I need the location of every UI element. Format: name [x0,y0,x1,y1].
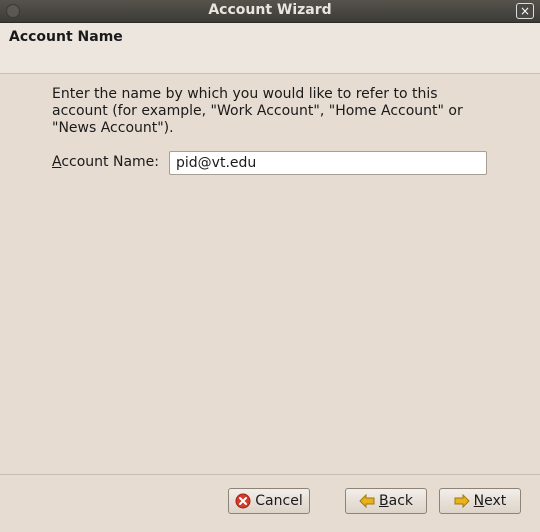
next-mnemonic: N [473,493,485,509]
close-button[interactable]: × [516,3,534,19]
account-name-input[interactable] [169,151,487,175]
back-mnemonic: B [379,493,389,509]
account-name-mnemonic: A [52,154,62,170]
page-header: Account Name [0,23,540,74]
next-label-rest: ext [484,493,507,509]
account-wizard-window: Account Wizard × Account Name Enter the … [0,0,540,532]
account-name-label-text: ccount Name: [61,154,160,170]
page-title: Account Name [9,29,123,45]
footer-separator [0,474,540,475]
back-arrow-icon [359,494,375,508]
back-button[interactable]: Back [345,488,427,514]
next-arrow-icon [454,494,470,508]
back-label-rest: ack [388,493,413,509]
cancel-button-label: Cancel [255,493,303,509]
cancel-x-icon [235,493,251,509]
back-button-label: Back [379,493,413,509]
next-button[interactable]: Next [439,488,521,514]
next-button-label: Next [474,493,507,509]
account-name-label: Account Name: [52,154,159,170]
window-title: Account Wizard [208,2,332,18]
title-bar[interactable]: Account Wizard × [0,0,540,23]
instructions-text: Enter the name by which you would like t… [52,86,463,136]
cancel-button[interactable]: Cancel [228,488,310,514]
